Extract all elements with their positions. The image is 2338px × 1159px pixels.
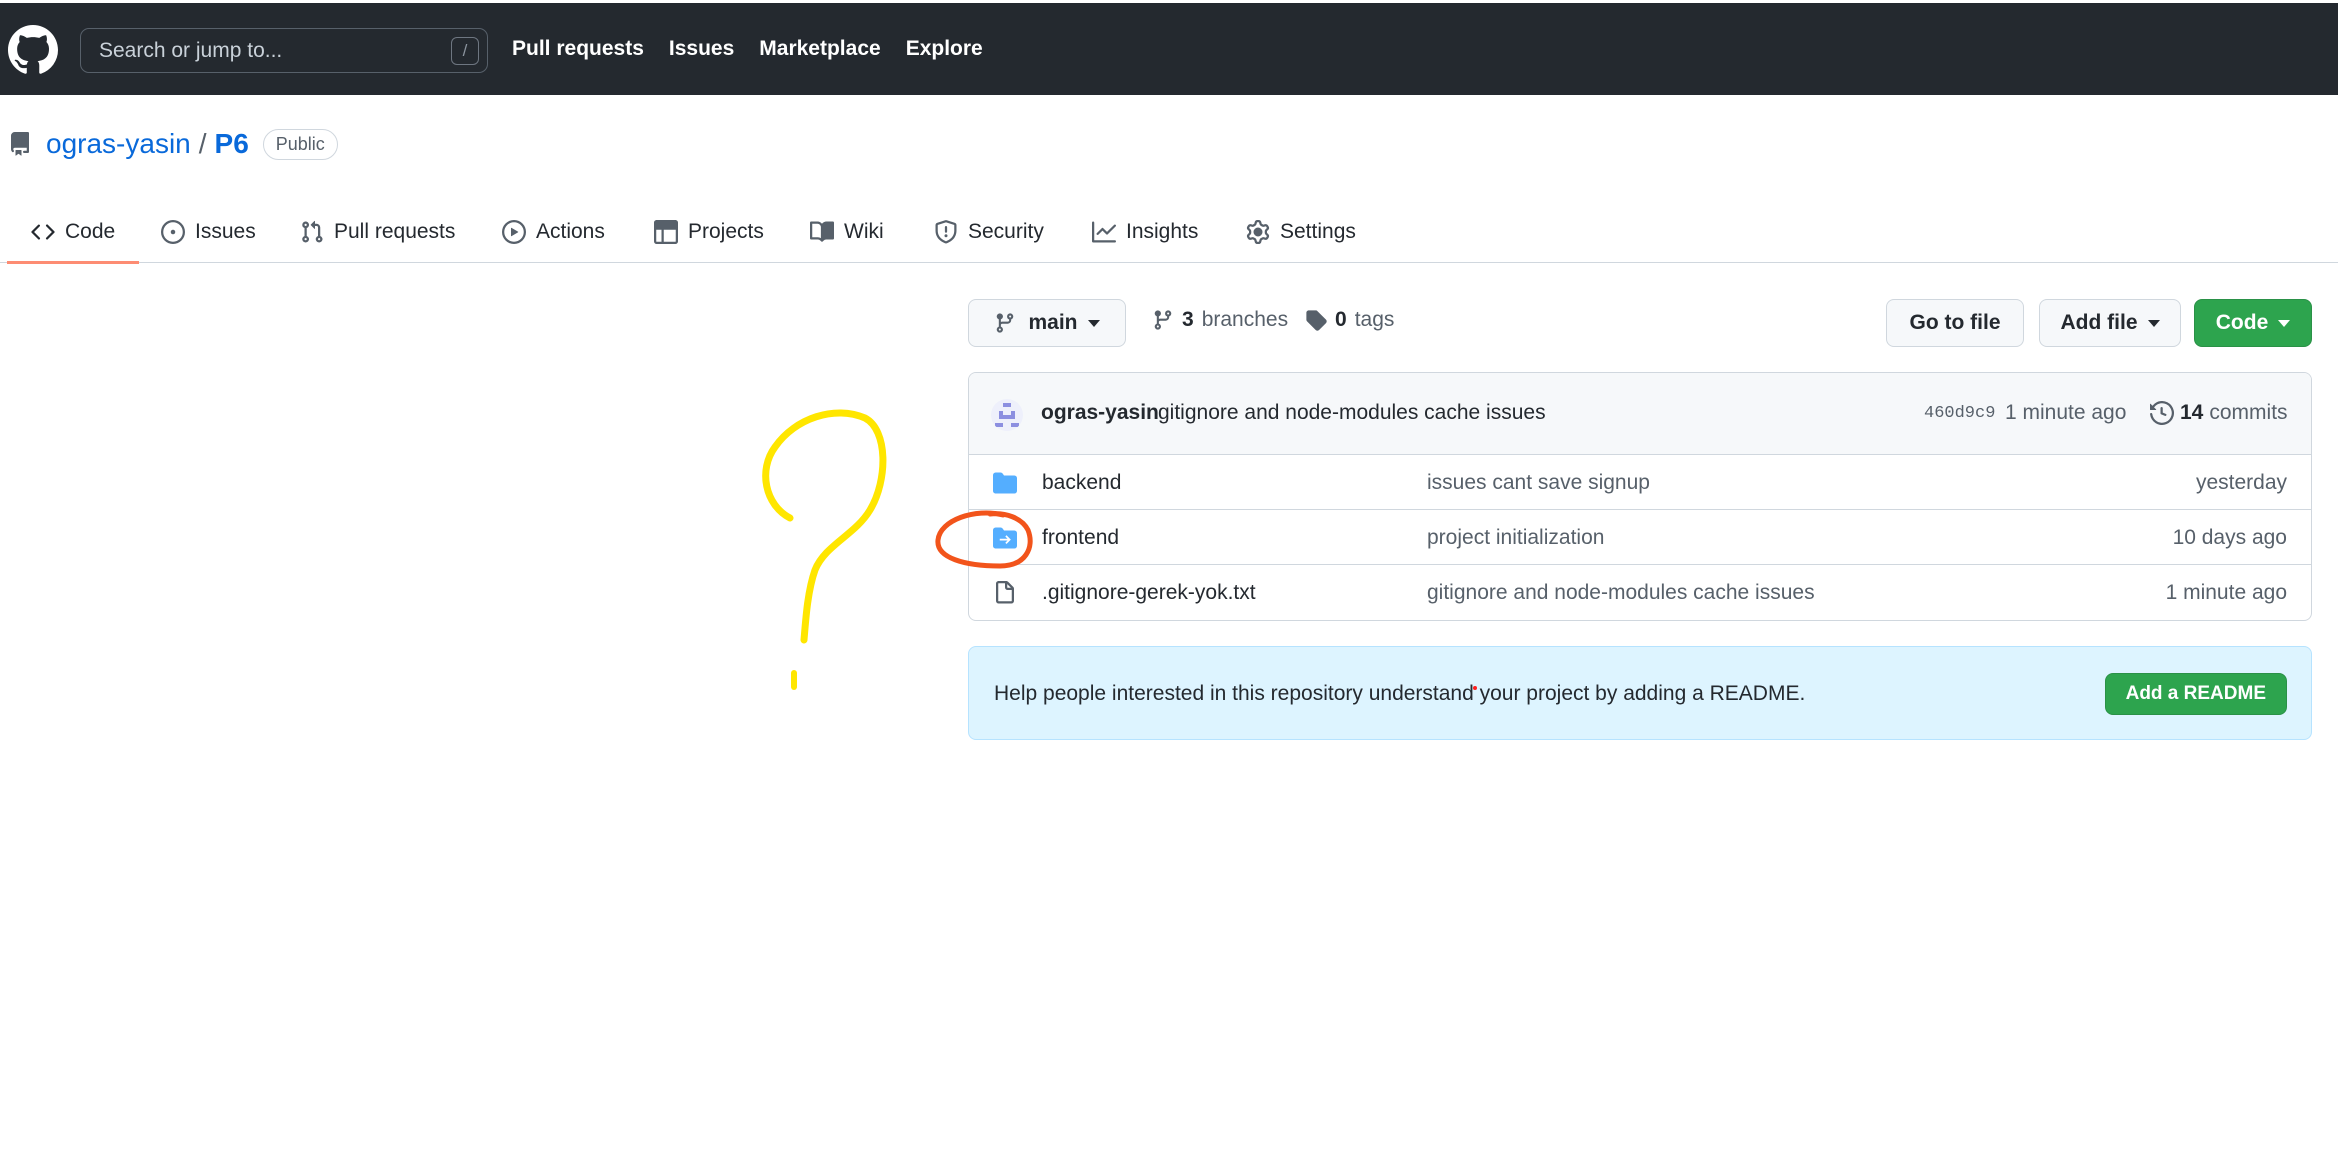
- git-branch-icon: [997, 313, 1014, 333]
- table-icon: [654, 219, 678, 244]
- tab-insights-label: Insights: [1126, 219, 1199, 243]
- avatar[interactable]: [991, 399, 1023, 431]
- tab-actions-label: Actions: [536, 219, 605, 243]
- file-commit-time: yesterday: [2195, 471, 2287, 494]
- commits-link[interactable]: 14 commits: [2150, 401, 2288, 425]
- git-pull-request-icon: [302, 220, 323, 243]
- global-nav: Pull requests Issues Marketplace Explore: [512, 37, 1008, 61]
- nav-issues[interactable]: Issues: [669, 37, 734, 61]
- visibility-badge: Public: [262, 128, 338, 160]
- add-readme-button[interactable]: Add a README: [2104, 673, 2287, 715]
- branch-name: main: [1028, 311, 1078, 334]
- repo-icon: [10, 132, 29, 156]
- commits-label: commits: [2209, 401, 2288, 424]
- nav-explore[interactable]: Explore: [906, 37, 983, 61]
- code-icon: [31, 223, 55, 240]
- add-file-label: Add file: [2060, 311, 2138, 334]
- commit-message-link[interactable]: gitignore and node-modules cache issues: [1158, 401, 1546, 425]
- folder-icon: [993, 472, 1017, 494]
- cursor-dot: [1473, 686, 1477, 690]
- chevron-down-icon: [2147, 319, 2160, 327]
- search-input[interactable]: Search or jump to... /: [80, 28, 488, 73]
- add-file-button[interactable]: Add file: [2039, 299, 2181, 347]
- go-to-file-label: Go to file: [1909, 311, 2001, 334]
- tab-pull-requests-label: Pull requests: [334, 219, 456, 243]
- tab-projects-label: Projects: [688, 219, 764, 243]
- identicon-icon: [995, 403, 1019, 427]
- branches-link[interactable]: 3 branches: [1152, 308, 1288, 332]
- issue-opened-icon: [161, 219, 185, 244]
- tab-settings-label: Settings: [1280, 219, 1356, 243]
- file-commit-message[interactable]: project initialization: [1427, 526, 1604, 550]
- file-row-gitignore[interactable]: .gitignore-gerek-yok.txt gitignore and n…: [969, 565, 2311, 620]
- file-name-link[interactable]: frontend: [1042, 526, 1119, 550]
- nav-pull-requests[interactable]: Pull requests: [512, 37, 644, 61]
- tags-label: tags: [1354, 308, 1395, 331]
- github-logo-icon[interactable]: [8, 25, 58, 75]
- file-commit-time: 10 days ago: [2172, 526, 2287, 549]
- search-placeholder: Search or jump to...: [99, 38, 283, 62]
- graph-icon: [1092, 221, 1116, 242]
- tab-settings[interactable]: Settings: [1246, 200, 1356, 263]
- branches-label: branches: [1201, 308, 1289, 331]
- repo-name-link[interactable]: P6: [215, 128, 249, 160]
- go-to-file-button[interactable]: Go to file: [1886, 299, 2024, 347]
- global-header: Search or jump to... / Pull requests Iss…: [0, 0, 2338, 95]
- file-icon: [996, 581, 1014, 604]
- tab-issues-label: Issues: [195, 219, 256, 243]
- file-commit-time: 1 minute ago: [2165, 581, 2287, 604]
- file-name-link[interactable]: .gitignore-gerek-yok.txt: [1042, 581, 1256, 605]
- file-commit-message[interactable]: gitignore and node-modules cache issues: [1427, 581, 1815, 605]
- code-button-label: Code: [2215, 311, 2269, 334]
- file-row-frontend[interactable]: frontend project initialization 10 days …: [969, 510, 2311, 565]
- chevron-down-icon: [2278, 319, 2291, 327]
- branch-select-button[interactable]: main: [968, 299, 1126, 347]
- file-row-backend[interactable]: backend issues cant save signup yesterda…: [969, 455, 2311, 510]
- branches-count: 3: [1182, 308, 1194, 331]
- commit-time: 1 minute ago: [2005, 401, 2127, 424]
- latest-commit-bar: ogras-yasin gitignore and node-modules c…: [969, 373, 2311, 455]
- tab-security-label: Security: [968, 219, 1044, 243]
- commit-author-link[interactable]: ogras-yasin: [1041, 401, 1159, 425]
- tab-projects[interactable]: Projects: [654, 200, 764, 263]
- tab-pull-requests[interactable]: Pull requests: [300, 200, 455, 263]
- tab-insights[interactable]: Insights: [1092, 200, 1198, 263]
- tab-wiki-label: Wiki: [844, 219, 884, 243]
- repo-separator: /: [198, 128, 207, 159]
- code-button[interactable]: Code: [2194, 299, 2312, 347]
- gear-icon: [1246, 219, 1270, 244]
- nav-marketplace[interactable]: Marketplace: [759, 37, 880, 61]
- shield-icon: [935, 219, 957, 244]
- readme-banner: Help people interested in this repositor…: [968, 646, 2312, 740]
- file-commit-message[interactable]: issues cant save signup: [1427, 471, 1650, 495]
- tab-code[interactable]: Code: [6, 200, 140, 264]
- submodule-folder-icon: [993, 527, 1017, 549]
- tab-issues[interactable]: Issues: [161, 200, 256, 263]
- tag-icon: [1306, 310, 1327, 331]
- tab-actions[interactable]: Actions: [502, 200, 605, 263]
- repo-title: ogras-yasin / P6 Public: [8, 126, 338, 162]
- tags-link[interactable]: 0 tags: [1305, 308, 1394, 332]
- git-branch-icon: [1154, 310, 1172, 330]
- repo-owner-link[interactable]: ogras-yasin: [46, 128, 191, 160]
- yellow-question-mark-annotation: [762, 409, 887, 644]
- commits-count: 14: [2180, 401, 2204, 424]
- repo-tabs: Code Issues Pull requests Actions Projec…: [0, 200, 2338, 264]
- file-name-link[interactable]: backend: [1042, 471, 1121, 495]
- readme-banner-text: Help people interested in this repositor…: [994, 682, 1806, 705]
- book-icon: [810, 220, 834, 242]
- chevron-down-icon: [1087, 319, 1100, 327]
- commit-sha-link[interactable]: 460d9c9: [1924, 404, 1995, 423]
- search-shortcut-key: /: [451, 37, 479, 65]
- play-icon: [502, 219, 526, 244]
- tags-count: 0: [1335, 308, 1347, 331]
- history-icon: [2150, 401, 2174, 425]
- file-list: ogras-yasin gitignore and node-modules c…: [968, 372, 2312, 621]
- tab-wiki[interactable]: Wiki: [810, 200, 884, 263]
- tab-code-label: Code: [65, 219, 116, 243]
- tab-security[interactable]: Security: [934, 200, 1044, 263]
